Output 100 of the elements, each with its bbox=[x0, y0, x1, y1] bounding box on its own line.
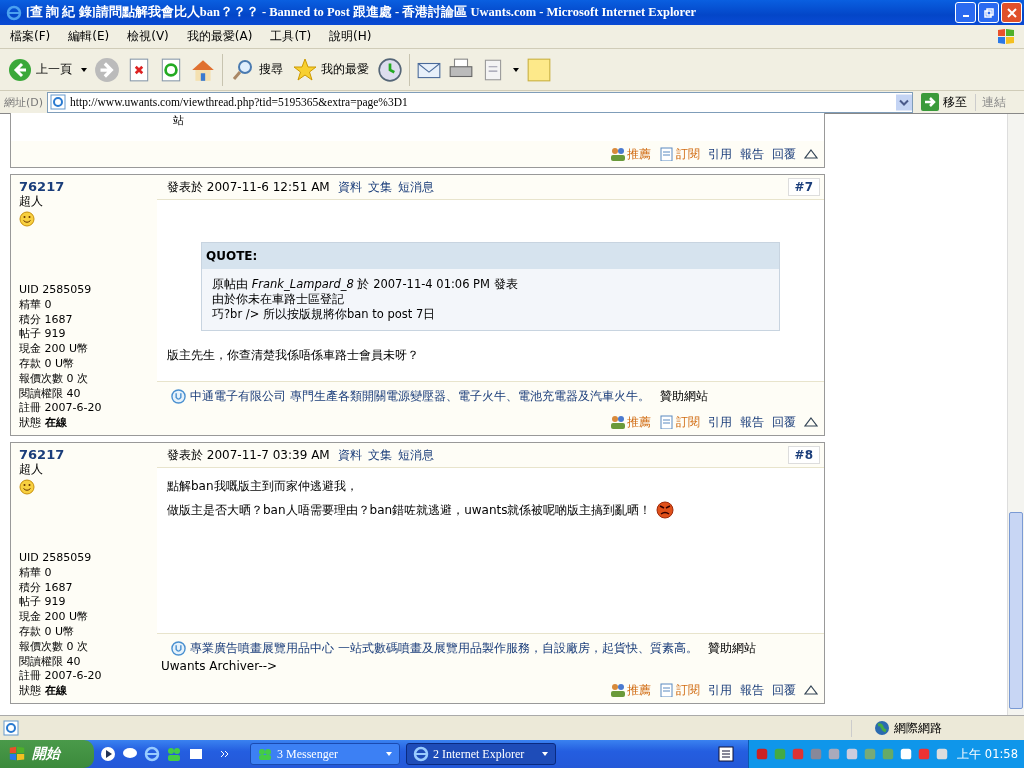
action-link[interactable]: 引用 bbox=[708, 681, 732, 699]
username-link[interactable]: 76217 bbox=[19, 447, 157, 462]
tray-icon[interactable] bbox=[845, 747, 860, 761]
back-button[interactable]: 上一頁 bbox=[6, 57, 74, 82]
user-stat: 帖子 919 bbox=[19, 327, 67, 343]
user-stat: 報價次數 0 次 bbox=[19, 639, 89, 655]
arrow-up-icon[interactable] bbox=[804, 417, 818, 427]
taskbar-button[interactable]: 2 Internet Explorer bbox=[406, 743, 556, 765]
people-icon bbox=[257, 746, 273, 762]
action-link[interactable]: 回覆 bbox=[772, 681, 796, 699]
keyboard-icon[interactable] bbox=[718, 746, 735, 762]
post-text: 站 bbox=[173, 113, 184, 128]
post-number[interactable]: #8 bbox=[787, 446, 820, 464]
post-number[interactable]: #7 bbox=[787, 178, 820, 196]
search-icon bbox=[231, 57, 255, 82]
menu-item[interactable]: 檢視(V) bbox=[121, 28, 175, 45]
action-link[interactable]: 報告 bbox=[740, 681, 764, 699]
document-icon bbox=[659, 415, 675, 429]
menu-item[interactable]: 檔案(F) bbox=[4, 28, 57, 45]
browser-icon bbox=[413, 746, 429, 762]
scroll-thumb[interactable] bbox=[1009, 512, 1023, 709]
profile-link[interactable]: 文集 bbox=[367, 446, 392, 464]
people-icon bbox=[610, 683, 626, 697]
people-icon bbox=[610, 147, 626, 161]
forward-icon[interactable] bbox=[94, 56, 120, 83]
address-field[interactable]: http://www.uwants.com/viewthread.php?tid=5195365&extra=page%3D1 bbox=[47, 91, 913, 113]
menu-item[interactable]: 說明(H) bbox=[323, 28, 378, 45]
action-link[interactable]: 訂閱 bbox=[659, 145, 700, 163]
page-icon bbox=[50, 94, 67, 110]
quote-title: QUOTE: bbox=[202, 243, 779, 269]
profile-link[interactable]: 資料 bbox=[337, 178, 362, 196]
user-status: 狀態 在線 bbox=[19, 684, 68, 699]
action-link[interactable]: 報告 bbox=[740, 413, 764, 431]
smiley-icon bbox=[19, 211, 35, 227]
arrow-up-icon[interactable] bbox=[804, 149, 818, 159]
post-date: 發表於 2007-11-7 03:39 AM bbox=[167, 446, 330, 464]
action-link[interactable]: 回覆 bbox=[772, 145, 796, 163]
action-link[interactable]: 引用 bbox=[708, 413, 732, 431]
minimize-button[interactable] bbox=[955, 2, 976, 23]
action-link[interactable]: 引用 bbox=[708, 145, 732, 163]
menu-item[interactable]: 工具(T) bbox=[264, 28, 318, 45]
username-link[interactable]: 76217 bbox=[19, 179, 157, 194]
scrollbar[interactable] bbox=[1007, 114, 1024, 715]
history-icon[interactable] bbox=[377, 56, 403, 83]
document-icon bbox=[659, 147, 675, 161]
windows-logo-icon bbox=[996, 26, 1016, 47]
dropdown-arrow-icon[interactable] bbox=[80, 65, 88, 74]
ad-link[interactable]: 中通電子有限公司 專門生產各類開關電源變壓器、電子火牛、電池充電器及汽車火牛。 bbox=[190, 388, 650, 405]
sponsor-link[interactable]: 贊助網站 bbox=[707, 640, 756, 657]
menu-item[interactable]: 我的最愛(A) bbox=[180, 28, 259, 45]
user-stat: 存款 0 U幣 bbox=[19, 357, 76, 372]
document-icon bbox=[659, 683, 675, 697]
user-stat: 現金 200 U幣 bbox=[19, 342, 90, 357]
ad-link[interactable]: 專業廣告噴畫展覽用品中心 一站式數碼噴畫及展覽用品製作服務，自設廠房，起貨快、質素高。 bbox=[190, 640, 698, 657]
browser-icon[interactable] bbox=[144, 746, 160, 762]
profile-link[interactable]: 短消息 bbox=[397, 178, 434, 196]
arrow-up-icon[interactable] bbox=[804, 685, 818, 695]
action-link[interactable]: 報告 bbox=[740, 145, 764, 163]
start-button[interactable]: 開始 bbox=[0, 740, 94, 768]
quote-line: 由於你未在車路士區登記 bbox=[212, 292, 345, 307]
action-link[interactable]: 回覆 bbox=[772, 413, 796, 431]
dropdown-arrow-icon[interactable] bbox=[512, 65, 520, 74]
taskbar-button[interactable]: 3 Messenger bbox=[250, 743, 400, 765]
restore-button[interactable] bbox=[978, 2, 999, 23]
action-link[interactable]: 訂閱 bbox=[659, 681, 700, 699]
profile-link[interactable]: 短消息 bbox=[397, 446, 434, 464]
people-icon[interactable] bbox=[166, 746, 182, 762]
user-stat: 閱讀權限 40 bbox=[19, 386, 82, 402]
go-button[interactable]: 移至 bbox=[917, 93, 971, 111]
tray-icon[interactable] bbox=[899, 747, 914, 761]
chevron-icon[interactable] bbox=[220, 749, 230, 759]
browser-icon bbox=[6, 4, 22, 21]
clock: 上午 01:58 bbox=[957, 746, 1018, 762]
security-zone: 網際網路 bbox=[894, 719, 942, 737]
people-icon bbox=[610, 415, 626, 429]
action-link[interactable]: 訂閱 bbox=[659, 413, 700, 431]
action-link[interactable]: 推薦 bbox=[610, 413, 651, 431]
u-logo-icon bbox=[171, 641, 186, 656]
post-text: 點解ban我嘅版主到而家仲逃避我， bbox=[167, 478, 358, 495]
tray-icon[interactable] bbox=[935, 747, 950, 761]
post-text: 做版主是否大晒？ban人唔需要理由？ban錯咗就逃避，uwants就係被呢啲版主搞到亂晒！ bbox=[167, 501, 652, 519]
profile-link[interactable]: 資料 bbox=[337, 446, 362, 464]
sponsor-link[interactable]: 贊助網站 bbox=[659, 388, 708, 405]
close-button[interactable] bbox=[1001, 2, 1022, 23]
windows-logo-icon bbox=[8, 745, 26, 763]
menu-item[interactable]: 編輯(E) bbox=[62, 28, 116, 45]
user-stat: 積分 1687 bbox=[19, 312, 74, 328]
media-player-icon[interactable] bbox=[100, 746, 116, 762]
user-stat: 精華 0 bbox=[19, 565, 53, 581]
user-stat: 現金 200 U幣 bbox=[19, 610, 90, 625]
action-link[interactable]: 推薦 bbox=[610, 681, 651, 699]
profile-link[interactable]: 文集 bbox=[367, 178, 392, 196]
user-rank: 超人 bbox=[19, 462, 44, 477]
page-icon bbox=[3, 720, 19, 736]
angry-face-icon bbox=[655, 501, 674, 519]
window-title: [查 詢 紀 錄]請問點解我會比人ban？？？ - Banned to Post 跟進處 - 香港討論區 Uwants.com - Microsoft Internet Explorer bbox=[26, 4, 698, 21]
user-stat: 註冊 2007-6-20 bbox=[19, 669, 103, 685]
search-button[interactable]: 搜尋 bbox=[229, 57, 285, 82]
action-link[interactable]: 推薦 bbox=[610, 145, 651, 163]
favorites-button[interactable]: 我的最愛 bbox=[291, 57, 371, 82]
